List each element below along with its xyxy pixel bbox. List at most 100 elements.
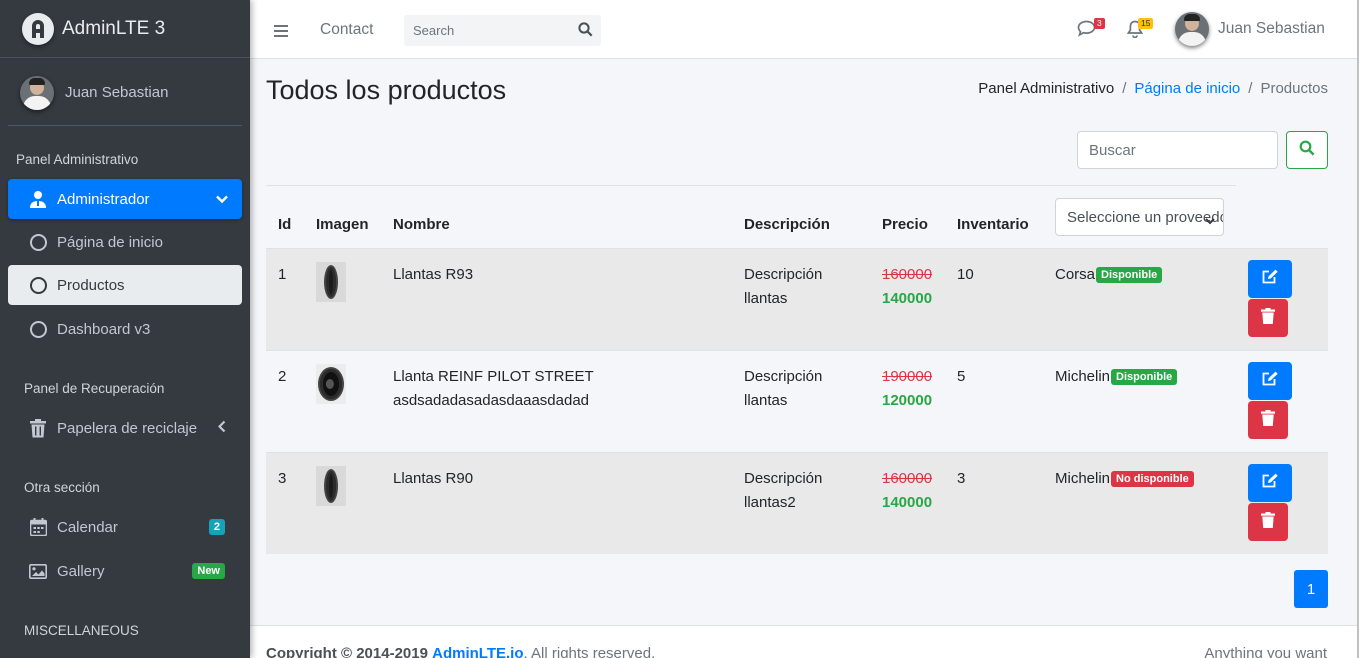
footer-copyright: Copyright © 2014-2019 AdminLTE.io. All r… xyxy=(266,645,655,658)
cell-name: Llantas R93 xyxy=(393,266,474,283)
footer-link-adminlte[interactable]: AdminLTE.io xyxy=(432,645,523,658)
brand-link[interactable]: AdminLTE 3 xyxy=(0,0,250,58)
status-badge: Disponible xyxy=(1111,369,1178,385)
brand-text: AdminLTE 3 xyxy=(62,17,166,39)
provider-select[interactable]: Seleccione un proveedor xyxy=(1055,198,1224,236)
table-row: 3 Llantas R90 Descripción llantas2 160000… xyxy=(266,452,1328,554)
table-top-border xyxy=(266,185,1236,186)
sidebar-item-dashboard-v3[interactable]: Dashboard v3 xyxy=(8,309,242,349)
cell-name: Llantas R90 xyxy=(393,470,474,487)
nav-header-other: Otra sección xyxy=(24,480,100,495)
notifications-count-badge: 15 xyxy=(1138,18,1154,29)
nav-header-admin: Panel Administrativo xyxy=(16,152,139,167)
bell-icon[interactable]: 15 xyxy=(1126,18,1154,42)
nav-header-misc: MISCELLANEOUS xyxy=(24,623,139,638)
calendar-count-badge: 2 xyxy=(208,519,225,535)
price-new: 120000 xyxy=(882,392,933,409)
cell-provider: Michelin Disponible xyxy=(1055,365,1178,389)
breadcrumb-item-productos: Productos xyxy=(1260,80,1328,97)
column-header-id: Id xyxy=(278,216,292,233)
navbar-user-name: Juan Sebastian xyxy=(1218,20,1325,37)
product-image xyxy=(316,466,346,506)
sidebar-item-papelera[interactable]: Papelera de reciclaje xyxy=(8,408,242,448)
breadcrumb-link-inicio[interactable]: Página de inicio xyxy=(1134,80,1240,97)
product-search-button[interactable] xyxy=(1286,131,1328,169)
cell-price: 160000 140000 xyxy=(882,467,932,515)
price-old: 160000 xyxy=(882,470,933,487)
edit-button[interactable] xyxy=(1248,362,1292,400)
edit-icon xyxy=(1261,371,1279,391)
messages-count-badge: 3 xyxy=(1094,18,1105,29)
cell-stock: 3 xyxy=(957,470,966,487)
cell-provider: Michelin No disponible xyxy=(1055,467,1194,491)
breadcrumb-separator: / xyxy=(1122,80,1127,97)
trash-icon xyxy=(28,418,48,438)
chevron-down-icon xyxy=(216,191,228,208)
search-icon[interactable] xyxy=(578,22,593,41)
circle-icon xyxy=(28,232,48,252)
cell-provider: Corsa Disponible xyxy=(1055,263,1163,287)
nav-link-contact[interactable]: Contact xyxy=(320,21,373,39)
sidebar-user-name[interactable]: Juan Sebastian xyxy=(65,84,168,101)
user-shield-icon xyxy=(28,189,48,209)
chevron-left-icon xyxy=(217,420,226,437)
edit-button[interactable] xyxy=(1248,260,1292,298)
sidebar-item-label: Papelera de reciclaje xyxy=(57,419,198,437)
status-badge: No disponible xyxy=(1111,471,1194,487)
user-avatar xyxy=(1175,12,1209,46)
page-title: Todos los productos xyxy=(266,75,507,105)
sidebar-item-label: Administrador xyxy=(57,190,150,208)
column-header-imagen: Imagen xyxy=(316,216,369,233)
price-new: 140000 xyxy=(882,290,933,307)
edit-button[interactable] xyxy=(1248,464,1292,502)
main-sidebar: AdminLTE 3 Juan Sebastian Panel Administ… xyxy=(0,0,250,658)
table-row: 1 Llantas R93 Descripción llantas 160000 1… xyxy=(266,248,1328,350)
pagination-page-1[interactable]: 1 xyxy=(1294,570,1328,608)
column-header-descripcion: Descripción xyxy=(744,216,830,233)
delete-button[interactable] xyxy=(1248,503,1288,541)
messages-icon[interactable]: 3 xyxy=(1077,18,1105,41)
sidebar-item-label: Productos xyxy=(57,276,125,294)
product-image xyxy=(316,262,346,302)
edit-icon xyxy=(1261,473,1279,493)
trash-icon xyxy=(1261,308,1275,328)
status-badge: Disponible xyxy=(1096,267,1163,283)
cell-description: Descripción llantas2 xyxy=(744,470,823,511)
calendar-icon xyxy=(28,517,48,537)
edit-icon xyxy=(1261,269,1279,289)
price-new: 140000 xyxy=(882,494,933,511)
trash-icon xyxy=(1261,410,1275,430)
gallery-new-badge: New xyxy=(192,563,225,579)
footer-right-text: Anything you want xyxy=(1204,645,1327,658)
content-wrapper: Todos los productos Panel Administrativo… xyxy=(250,59,1357,625)
circle-icon xyxy=(28,319,48,339)
adminlte-logo-icon xyxy=(22,12,54,45)
search-icon xyxy=(1299,140,1315,160)
delete-button[interactable] xyxy=(1248,299,1288,337)
column-header-inventario: Inventario xyxy=(957,216,1029,233)
sidebar-item-gallery[interactable]: Gallery New xyxy=(8,551,242,591)
sidebar-item-calendar[interactable]: Calendar 2 xyxy=(8,507,242,547)
cell-price: 160000 140000 xyxy=(882,263,932,311)
cell-id: 3 xyxy=(278,470,287,487)
cell-price: 190000 120000 xyxy=(882,365,932,413)
sidebar-item-label: Dashboard v3 xyxy=(57,320,151,338)
sidebar-item-productos[interactable]: Productos xyxy=(8,265,242,305)
sidebar-item-pagina-inicio[interactable]: Página de inicio xyxy=(8,222,242,262)
sidebar-user-panel[interactable]: Juan Sebastian xyxy=(8,60,242,126)
sidebar-item-label: Página de inicio xyxy=(57,233,163,251)
product-search-input[interactable] xyxy=(1077,131,1278,169)
delete-button[interactable] xyxy=(1248,401,1288,439)
cell-description: Descripción llantas xyxy=(744,368,823,409)
sidebar-item-administrador[interactable]: Administrador xyxy=(8,179,242,219)
price-old: 190000 xyxy=(882,368,933,385)
table-row: 2 Llanta REINF PILOT STREET asdsadadasada… xyxy=(266,350,1328,452)
navbar-user-menu[interactable]: Juan Sebastian xyxy=(1175,12,1325,46)
image-icon xyxy=(28,561,48,581)
navbar-search-input[interactable] xyxy=(404,15,564,46)
provider-select-value: Seleccione un proveedor xyxy=(1067,208,1224,226)
sidebar-item-label: Calendar xyxy=(57,518,118,536)
breadcrumb-separator: / xyxy=(1248,80,1253,97)
hamburger-menu-icon[interactable] xyxy=(274,24,288,41)
main-footer: Copyright © 2014-2019 AdminLTE.io. All r… xyxy=(250,625,1357,658)
